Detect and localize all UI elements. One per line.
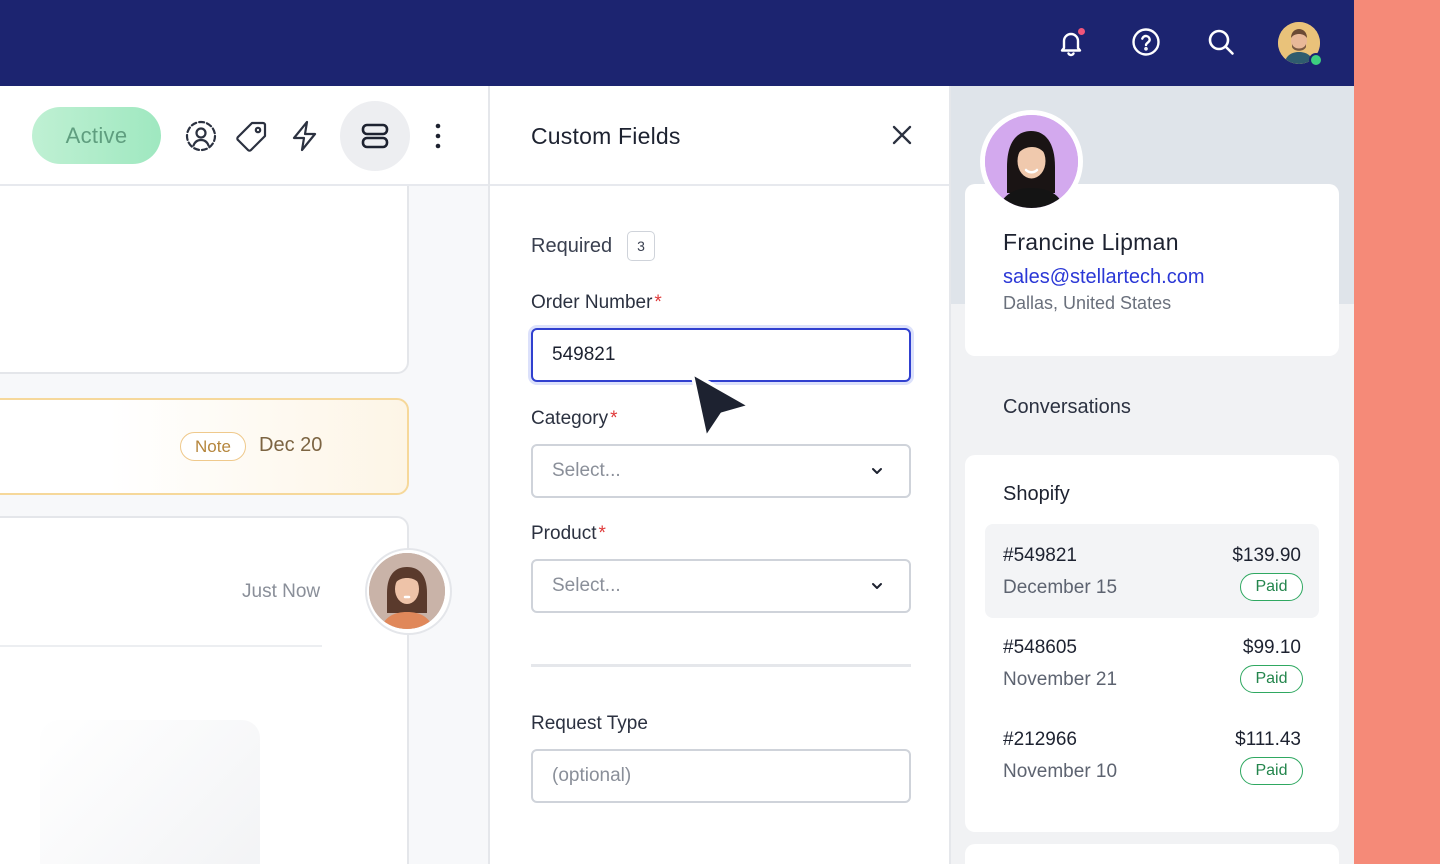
contact-email-link[interactable]: sales@stellartech.com bbox=[1003, 266, 1204, 289]
order-id: #212966 bbox=[1003, 729, 1077, 750]
tag-icon[interactable] bbox=[232, 116, 272, 156]
online-status-dot bbox=[1309, 53, 1323, 67]
search-icon[interactable] bbox=[1203, 24, 1239, 60]
panel-title: Custom Fields bbox=[531, 123, 681, 149]
help-icon[interactable] bbox=[1128, 24, 1164, 60]
close-icon[interactable] bbox=[886, 119, 918, 151]
top-navigation-bar bbox=[0, 0, 1354, 86]
contact-name: Francine Lipman bbox=[1003, 229, 1179, 255]
lightning-icon[interactable] bbox=[285, 116, 325, 156]
background-edge bbox=[1354, 0, 1440, 864]
conversation-toolbar: Active bbox=[0, 86, 488, 186]
order-date: November 21 bbox=[1003, 669, 1118, 690]
status-badge: Paid bbox=[1240, 757, 1303, 785]
bell-icon[interactable] bbox=[1053, 24, 1089, 60]
conversations-section[interactable]: Conversations bbox=[1003, 396, 1131, 419]
contact-sidebar: Francine Lipman sales@stellartech.com Da… bbox=[951, 86, 1354, 864]
order-amount: $111.43 bbox=[1235, 729, 1301, 750]
order-row[interactable]: #548605 November 21 $99.10 Paid bbox=[985, 616, 1319, 710]
shopify-title: Shopify bbox=[1003, 483, 1070, 505]
conversation-timeline: Note Dec 20 Just Now Active bbox=[0, 86, 488, 864]
agent-avatar bbox=[369, 553, 445, 629]
chevron-down-icon bbox=[872, 583, 882, 589]
layout-icon[interactable] bbox=[340, 101, 410, 171]
panel-header: Custom Fields bbox=[490, 86, 949, 186]
request-type-input[interactable]: (optional) bbox=[531, 749, 911, 803]
required-count-badge: 3 bbox=[627, 231, 655, 261]
next-card bbox=[965, 844, 1339, 864]
more-icon[interactable] bbox=[418, 116, 458, 156]
order-id: #548605 bbox=[1003, 637, 1077, 658]
order-date: December 15 bbox=[1003, 577, 1118, 598]
timeline-card bbox=[0, 166, 409, 374]
message-timestamp: Just Now bbox=[242, 581, 321, 602]
mouse-cursor-icon bbox=[690, 371, 752, 440]
contact-avatar bbox=[985, 115, 1078, 208]
category-select[interactable]: Select... bbox=[531, 444, 911, 498]
order-amount: $139.90 bbox=[1232, 545, 1301, 566]
required-section-label: Required bbox=[531, 235, 613, 257]
section-divider bbox=[531, 664, 911, 667]
order-number-label: Order Number * bbox=[531, 292, 662, 313]
order-row[interactable]: #212966 November 10 $111.43 Paid bbox=[985, 708, 1319, 802]
divider bbox=[0, 645, 322, 647]
product-label: Product * bbox=[531, 523, 606, 544]
shopify-card: Shopify #549821 December 15 $139.90 Paid… bbox=[965, 455, 1339, 832]
status-button[interactable]: Active bbox=[32, 107, 161, 164]
contact-icon[interactable] bbox=[181, 116, 221, 156]
note-badge: Note bbox=[180, 432, 246, 461]
notification-dot bbox=[1077, 27, 1086, 36]
status-badge: Paid bbox=[1240, 573, 1303, 601]
order-id: #549821 bbox=[1003, 545, 1077, 566]
chevron-down-icon bbox=[872, 468, 882, 474]
request-type-label: Request Type bbox=[531, 713, 648, 734]
contact-location: Dallas, United States bbox=[1003, 293, 1172, 313]
custom-fields-panel: Custom Fields Required 3 Order Number * 5… bbox=[488, 86, 951, 864]
product-select[interactable]: Select... bbox=[531, 559, 911, 613]
message-bubble bbox=[40, 720, 260, 864]
order-row[interactable]: #549821 December 15 $139.90 Paid bbox=[985, 524, 1319, 618]
status-badge: Paid bbox=[1240, 665, 1303, 693]
category-label: Category * bbox=[531, 408, 618, 429]
order-amount: $99.10 bbox=[1242, 637, 1301, 658]
order-date: November 10 bbox=[1003, 761, 1118, 782]
note-date: Dec 20 bbox=[259, 434, 323, 456]
